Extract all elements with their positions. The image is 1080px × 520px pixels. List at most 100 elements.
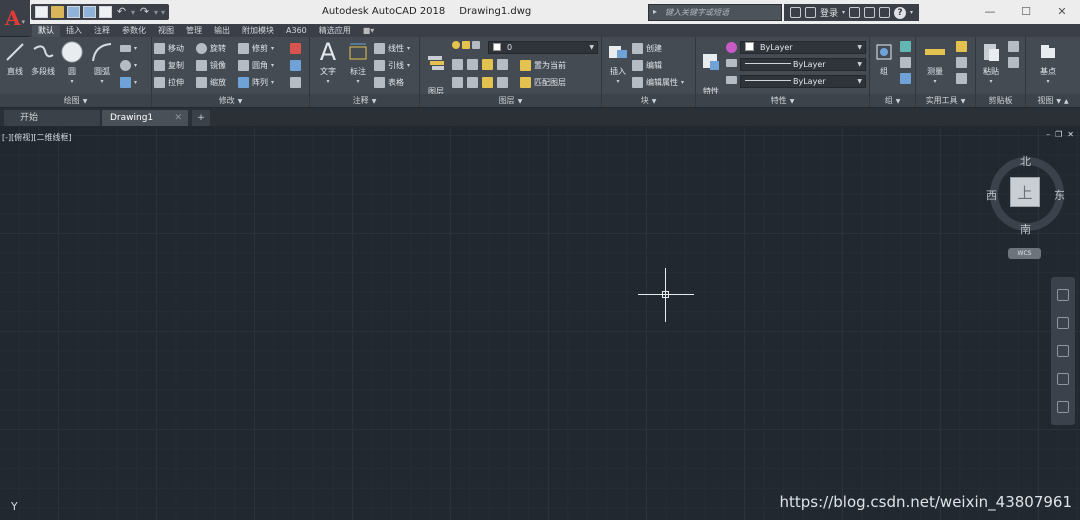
measure-button[interactable]: 测量 ▾: [920, 39, 950, 87]
layer-off-icon[interactable]: [452, 59, 463, 70]
minimize-button[interactable]: —: [972, 0, 1008, 24]
linetype-dropdown[interactable]: ByLayer ▼: [740, 75, 866, 88]
viewcube[interactable]: 上 北 南 东 西 WCS: [984, 150, 1068, 259]
color-dropdown[interactable]: ByLayer ▼: [740, 41, 866, 54]
viewport-restore-button[interactable]: ❐: [1055, 130, 1062, 139]
help-icon[interactable]: ?: [894, 6, 907, 19]
dropdown-caret-icon[interactable]: ▾: [131, 8, 135, 17]
leader-button[interactable]: 引线 ▾: [374, 58, 410, 72]
layer-freeze-icon[interactable]: [482, 59, 493, 70]
tab-manage[interactable]: 管理: [180, 25, 208, 37]
line-button[interactable]: 直线: [2, 39, 28, 77]
table-button[interactable]: 表格: [374, 75, 404, 89]
ribbon-minimize-icon[interactable]: ▲: [1064, 98, 1069, 105]
layer-lock-icon[interactable]: [497, 59, 508, 70]
panel-modify-title[interactable]: 修改 ▼: [152, 94, 309, 107]
compass-south[interactable]: 南: [1020, 221, 1031, 237]
tab-parametric[interactable]: 参数化: [116, 25, 152, 37]
new-tab-button[interactable]: +: [192, 110, 210, 126]
text-button[interactable]: A 文字 ▾: [314, 39, 342, 87]
panel-view-title[interactable]: 视图 ▼ ▲: [1026, 94, 1080, 107]
viewcube-top-face[interactable]: 上: [1010, 177, 1040, 207]
trim-button[interactable]: 修剪 ▾: [238, 41, 274, 55]
dropdown-caret-icon[interactable]: ▾: [154, 8, 158, 17]
tab-a360[interactable]: A360: [280, 25, 313, 37]
arc-button[interactable]: 圆弧 ▾: [88, 39, 116, 87]
customize-qat-icon[interactable]: ▾: [161, 8, 165, 17]
region-button[interactable]: ▾: [120, 75, 137, 89]
rectangle-button[interactable]: ▾: [120, 41, 137, 55]
panel-groups-title[interactable]: 组 ▼: [870, 94, 915, 107]
make-current-button[interactable]: 置为当前: [520, 58, 566, 72]
compass-east[interactable]: 东: [1054, 187, 1065, 203]
tab-annotate[interactable]: 注释: [88, 25, 116, 37]
compass-north[interactable]: 北: [1020, 153, 1031, 169]
hatch-button[interactable]: ▾: [120, 58, 137, 72]
insert-block-button[interactable]: 插入 ▾: [604, 39, 632, 87]
layer-unisolate-icon[interactable]: [467, 77, 478, 88]
group-select-icon[interactable]: [900, 73, 911, 84]
pan-icon[interactable]: [1057, 317, 1069, 329]
orbit-icon[interactable]: [1057, 373, 1069, 385]
panel-draw-title[interactable]: 绘图 ▼: [0, 94, 151, 107]
tab-featured-apps[interactable]: 精选应用: [313, 25, 357, 37]
quick-select-icon[interactable]: [956, 41, 967, 52]
rotate-button[interactable]: 旋转: [196, 41, 226, 55]
people-icon[interactable]: [879, 7, 891, 18]
calculator-icon[interactable]: [956, 73, 967, 84]
tab-output[interactable]: 输出: [208, 25, 236, 37]
paste-button[interactable]: 粘贴 ▾: [978, 39, 1004, 87]
panel-properties-title[interactable]: 特性 ▼: [696, 94, 869, 107]
group-button[interactable]: 组: [872, 39, 896, 77]
offset-button[interactable]: [290, 75, 301, 89]
layer-thaw-icon[interactable]: [482, 77, 493, 88]
exchange-icon[interactable]: [864, 7, 876, 18]
mirror-button[interactable]: 镜像: [196, 58, 226, 72]
copy-clip-icon[interactable]: [1008, 57, 1019, 68]
ungroup-icon[interactable]: [900, 41, 911, 52]
tab-default[interactable]: 默认: [32, 25, 60, 37]
base-point-button[interactable]: 基点 ▾: [1034, 39, 1062, 87]
wcs-menu-button[interactable]: WCS: [1008, 248, 1041, 259]
tab-start[interactable]: 开始: [4, 110, 100, 126]
lineweight-dropdown[interactable]: ByLayer ▼: [740, 58, 866, 71]
drawing-area[interactable]: [-][俯视][二维线框] – ❐ ✕ 上 北 南 东 西 WCS Y http…: [0, 127, 1080, 520]
stretch-button[interactable]: 拉伸: [154, 75, 184, 89]
save-as-icon[interactable]: [83, 6, 96, 18]
cut-icon[interactable]: [1008, 41, 1019, 52]
erase-button[interactable]: [290, 41, 301, 55]
steering-wheel-icon[interactable]: [1057, 289, 1069, 301]
tab-insert[interactable]: 插入: [60, 25, 88, 37]
chevron-down-icon[interactable]: ▾: [842, 9, 845, 16]
zoom-extents-icon[interactable]: [1057, 345, 1069, 357]
edit-attributes-button[interactable]: 编辑属性 ▾: [632, 75, 684, 89]
fillet-button[interactable]: 圆角 ▾: [238, 58, 274, 72]
tab-view[interactable]: 视图: [152, 25, 180, 37]
id-point-icon[interactable]: [956, 57, 967, 68]
bulb-icon[interactable]: [452, 41, 460, 49]
viewport-minimize-button[interactable]: –: [1046, 130, 1050, 139]
tab-drawing1[interactable]: Drawing1 ✕: [102, 110, 188, 126]
layer-dropdown[interactable]: 0 ▼: [488, 41, 598, 54]
save-icon[interactable]: [67, 6, 80, 18]
explode-button[interactable]: [290, 58, 301, 72]
panel-layers-title[interactable]: 图层 ▼: [420, 94, 601, 107]
maximize-button[interactable]: ☐: [1008, 0, 1044, 24]
login-button[interactable]: 登录: [820, 6, 838, 19]
group-edit-icon[interactable]: [900, 57, 911, 68]
array-button[interactable]: 阵列 ▾: [238, 75, 274, 89]
cart-icon[interactable]: [849, 7, 861, 18]
viewport-controls-label[interactable]: [-][俯视][二维线框]: [2, 132, 72, 143]
lock-icon[interactable]: [472, 41, 480, 49]
move-button[interactable]: 移动: [154, 41, 184, 55]
binoculars-icon[interactable]: [790, 7, 801, 18]
close-tab-icon[interactable]: ✕: [174, 110, 182, 126]
tab-addins[interactable]: 附加模块: [236, 25, 280, 37]
close-button[interactable]: ✕: [1044, 0, 1080, 24]
sun-icon[interactable]: [462, 41, 470, 49]
new-file-icon[interactable]: [35, 6, 48, 18]
panel-block-title[interactable]: 块 ▼: [602, 94, 695, 107]
dimension-button[interactable]: 标注 ▾: [344, 39, 372, 87]
ribbon-display-toggle-icon[interactable]: ■▾: [357, 25, 381, 37]
compass-west[interactable]: 西: [986, 187, 997, 203]
